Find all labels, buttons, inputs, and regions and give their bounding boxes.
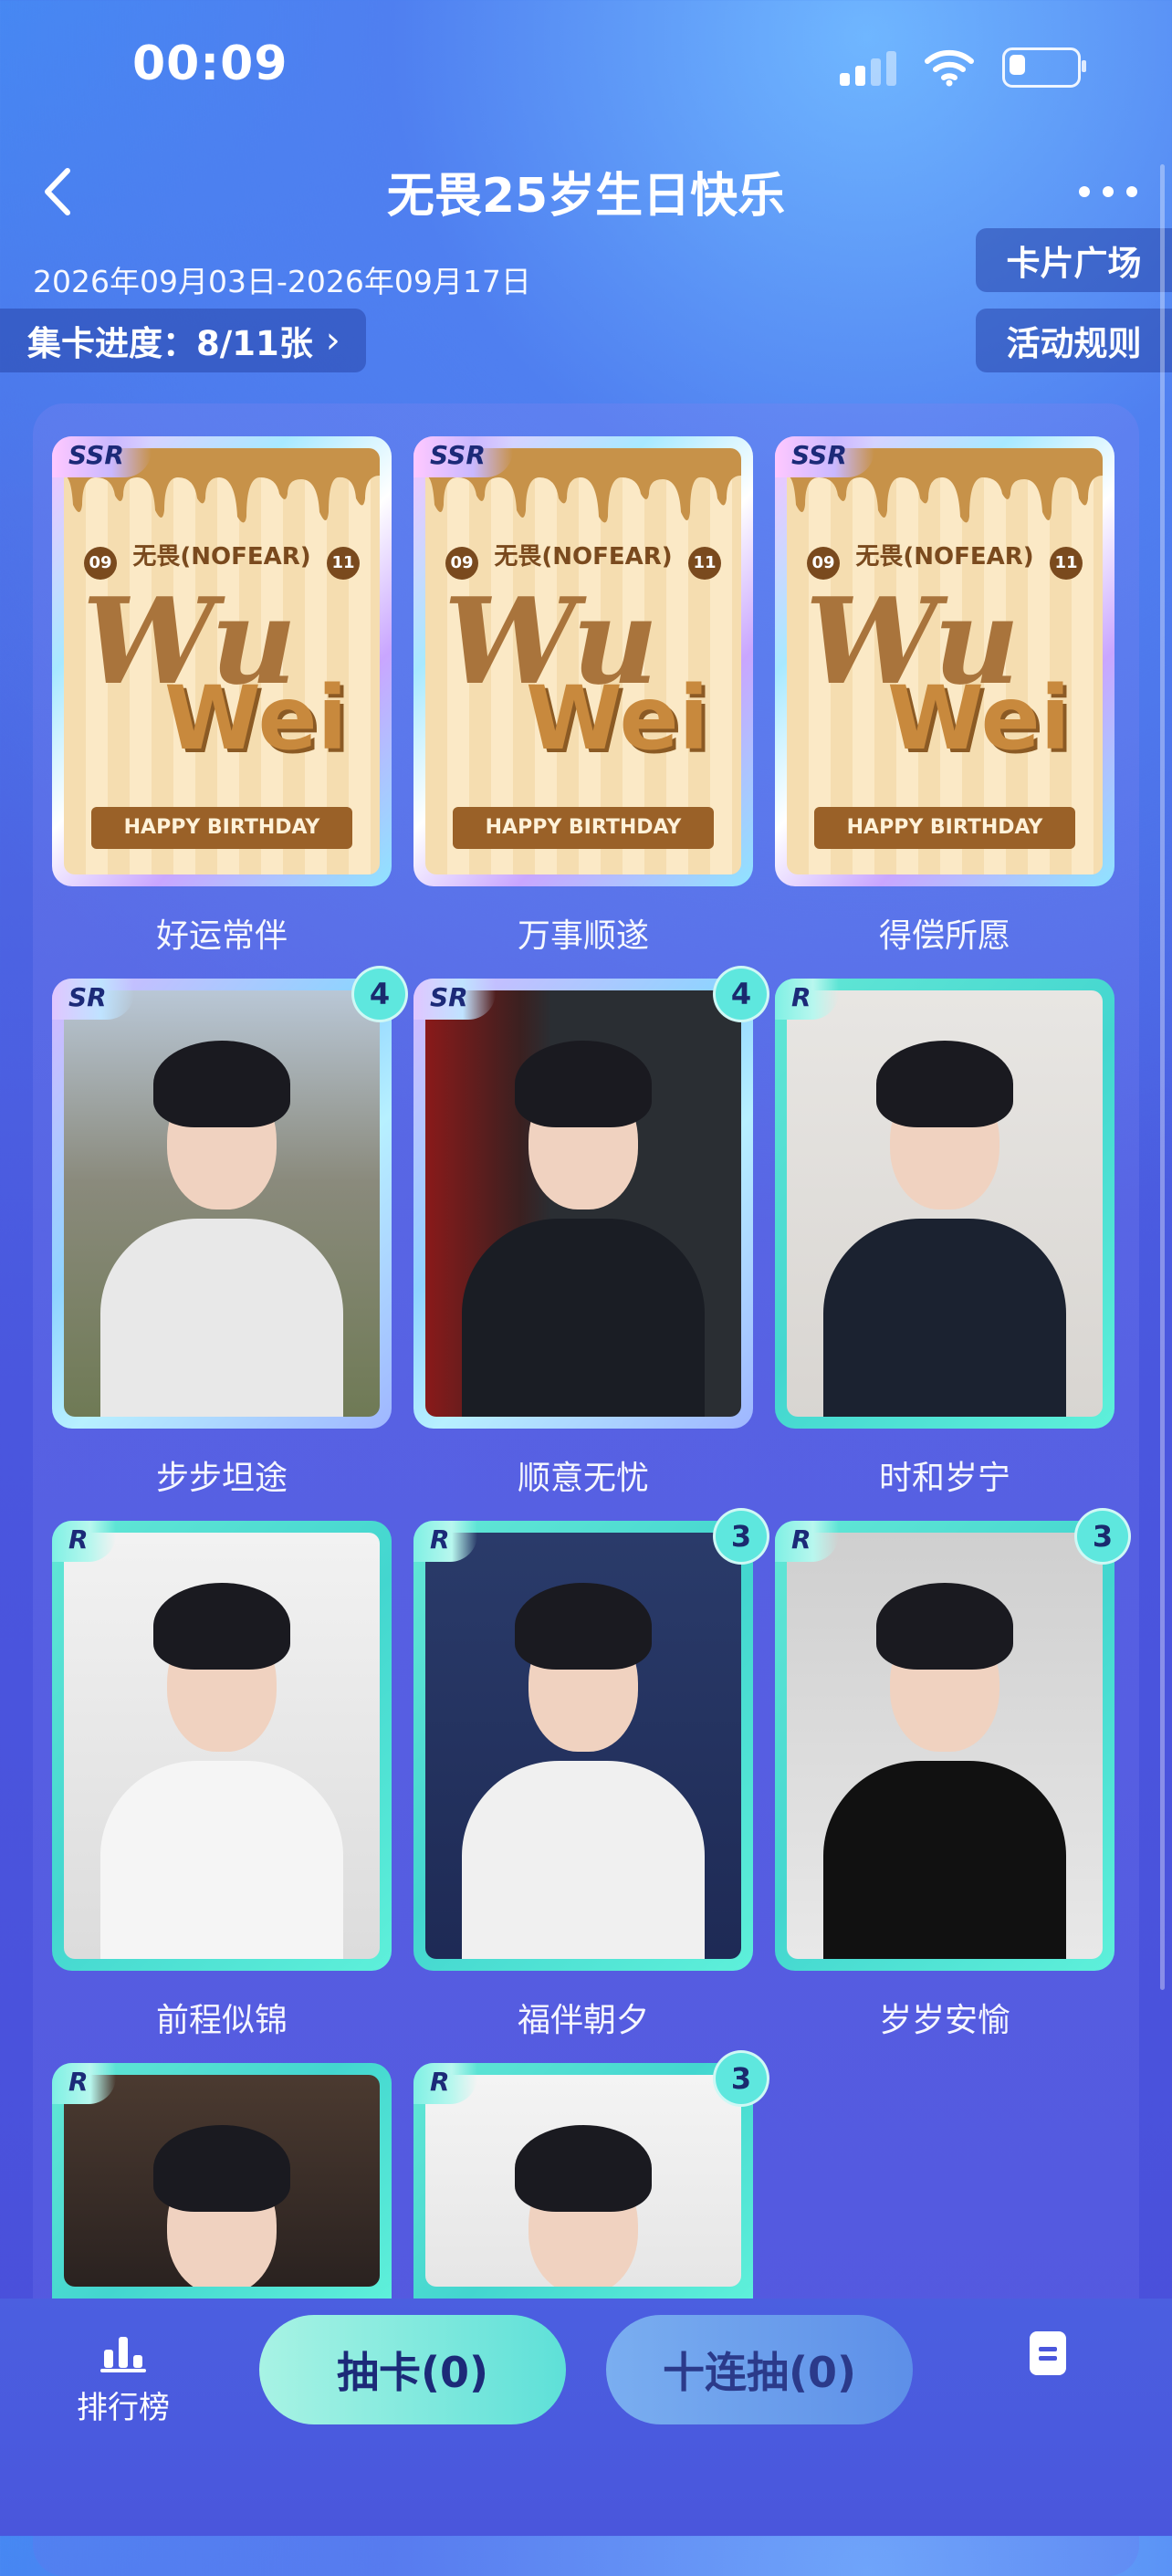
- birthday-ribbon: HAPPY BIRTHDAY: [91, 807, 352, 849]
- portrait-hair: [515, 2125, 652, 2212]
- chevron-right-icon: ›: [325, 319, 340, 361]
- more-options-icon[interactable]: [1072, 164, 1145, 219]
- collection-card[interactable]: SR 4: [52, 966, 408, 1429]
- card-label: 得偿所愿: [878, 917, 1010, 955]
- portrait-hair: [876, 1583, 1013, 1670]
- portrait-hair: [876, 1041, 1013, 1127]
- portrait-hair: [515, 1583, 652, 1670]
- collection-card[interactable]: R: [52, 2063, 392, 2299]
- portrait-body: [100, 1219, 343, 1417]
- portrait-hair: [153, 1583, 290, 1670]
- battery-icon: [1002, 47, 1086, 88]
- card-label: 好运常伴: [155, 917, 288, 955]
- rarity-badge: SSR: [413, 436, 513, 477]
- collection-card[interactable]: R3: [775, 1508, 1131, 1971]
- scrollbar[interactable]: [1160, 164, 1165, 1990]
- birthday-brand: 无畏(NOFEAR): [855, 543, 1034, 571]
- leaderboard-label: 排行榜: [77, 2390, 170, 2426]
- collection-progress-button[interactable]: 集卡进度：8/11张 ›: [0, 309, 366, 372]
- cellular-signal-icon: [840, 49, 896, 86]
- record-list-icon[interactable]: [1030, 2331, 1066, 2375]
- portrait-photo: [787, 990, 1103, 1417]
- rarity-badge: SSR: [775, 436, 874, 477]
- collection-card[interactable]: R: [775, 979, 1114, 1429]
- birthday-ribbon: HAPPY BIRTHDAY: [814, 807, 1075, 849]
- card-count-badge: 3: [713, 2050, 769, 2107]
- page-title: 无畏25岁生日快乐: [386, 169, 786, 224]
- portrait-hair: [515, 1041, 652, 1127]
- birthday-wei-text: Wei: [887, 667, 1071, 770]
- draw-card-button[interactable]: 抽卡(0): [259, 2315, 566, 2424]
- leaderboard-icon: [100, 2337, 146, 2372]
- bottom-action-bar: 排行榜 抽卡(0) 十连抽(0): [0, 2299, 1172, 2536]
- ten-draw-button[interactable]: 十连抽(0): [606, 2315, 913, 2424]
- rarity-badge: SR: [413, 979, 496, 1020]
- collection-card[interactable]: R: [52, 1521, 392, 1971]
- card-label: 步步坦途: [155, 1460, 288, 1497]
- collection-card[interactable]: R3: [413, 2050, 769, 2299]
- nav-header: 无畏25岁生日快乐: [0, 146, 1172, 237]
- birthday-card-art: 09 11 无畏(NOFEAR) Wu Wei HAPPY BIRTHDAY: [64, 448, 380, 874]
- portrait-photo: [787, 1533, 1103, 1959]
- status-bar: 00:09: [0, 0, 1172, 137]
- card-label: 福伴朝夕: [517, 2002, 649, 2039]
- birthday-ribbon: HAPPY BIRTHDAY: [453, 807, 714, 849]
- portrait-photo: [64, 1533, 380, 1959]
- portrait-body: [100, 1761, 343, 1959]
- card-count-badge: 4: [351, 966, 408, 1022]
- birthday-wei-text: Wei: [526, 667, 709, 770]
- portrait-body: [823, 1761, 1066, 1959]
- card-count-badge: 3: [713, 1508, 769, 1565]
- birthday-wei-text: Wei: [164, 667, 348, 770]
- portrait-body: [462, 1219, 705, 1417]
- portrait-photo: [425, 1533, 741, 1959]
- collection-card[interactable]: R3: [413, 1508, 769, 1971]
- portrait-photo: [64, 990, 380, 1417]
- card-label: 万事顺遂: [517, 917, 649, 955]
- collection-progress-label: 集卡进度：8/11张: [27, 324, 313, 363]
- portrait-photo: [64, 2075, 380, 2287]
- collection-card[interactable]: SR 4: [413, 966, 769, 1429]
- event-date-range: 2026年09月03日-2026年09月17日: [33, 264, 531, 299]
- birthday-brand: 无畏(NOFEAR): [132, 543, 311, 571]
- collection-card[interactable]: 09 11 无畏(NOFEAR) Wu Wei HAPPY BIRTHDAY SSR: [52, 436, 392, 886]
- birthday-brand: 无畏(NOFEAR): [494, 543, 673, 571]
- portrait-photo: [425, 2075, 741, 2287]
- birthday-card-art: 09 11 无畏(NOFEAR) Wu Wei HAPPY BIRTHDAY: [787, 448, 1103, 874]
- status-icons: [840, 47, 1086, 88]
- card-label: 顺意无忧: [517, 1460, 649, 1497]
- card-count-badge: 3: [1074, 1508, 1131, 1565]
- card-plaza-button[interactable]: 卡片广场: [976, 228, 1172, 292]
- leaderboard-button[interactable]: 排行榜: [73, 2333, 173, 2427]
- activity-rules-button[interactable]: 活动规则: [976, 309, 1172, 372]
- portrait-photo: [425, 990, 741, 1417]
- card-count-badge: 4: [713, 966, 769, 1022]
- card-label: 时和岁宁: [878, 1460, 1010, 1497]
- card-label: 岁岁安愉: [878, 2002, 1010, 2039]
- rarity-badge: SSR: [52, 436, 152, 477]
- portrait-body: [823, 1219, 1066, 1417]
- portrait-hair: [153, 2125, 290, 2212]
- collection-card[interactable]: 09 11 无畏(NOFEAR) Wu Wei HAPPY BIRTHDAY SSR: [413, 436, 753, 886]
- status-time: 00:09: [132, 37, 288, 91]
- portrait-body: [462, 1761, 705, 1959]
- card-label: 前程似锦: [155, 2002, 288, 2039]
- rarity-badge: SR: [52, 979, 134, 1020]
- wifi-icon: [925, 49, 974, 87]
- portrait-hair: [153, 1041, 290, 1127]
- birthday-card-art: 09 11 无畏(NOFEAR) Wu Wei HAPPY BIRTHDAY: [425, 448, 741, 874]
- collection-card[interactable]: 09 11 无畏(NOFEAR) Wu Wei HAPPY BIRTHDAY SSR: [775, 436, 1114, 886]
